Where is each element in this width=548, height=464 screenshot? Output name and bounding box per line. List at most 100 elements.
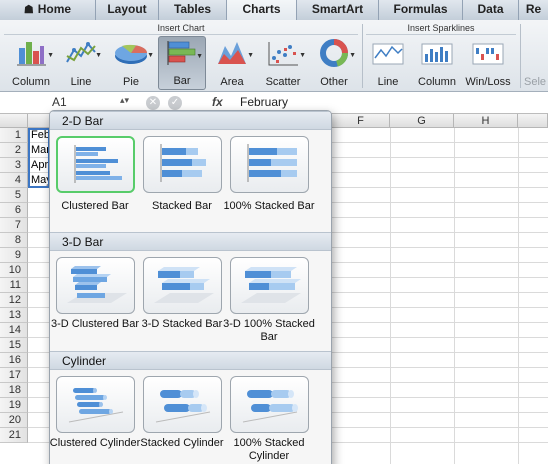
sparkline-column-button[interactable]: Column <box>414 36 460 90</box>
confirm-formula-icon[interactable]: ✓ <box>168 96 182 110</box>
clustered-bar-option[interactable] <box>56 136 135 193</box>
sparkline-column-icon <box>421 43 453 65</box>
3d-percent-stacked-bar-label: 3-D 100% Stacked Bar <box>223 318 315 343</box>
column-header-h[interactable]: H <box>454 114 518 128</box>
tab-review[interactable]: Re <box>519 0 548 20</box>
grid-column-line <box>518 128 519 464</box>
area-chart-label: Area <box>220 76 244 88</box>
tab-layout-label: Layout <box>107 2 147 16</box>
cancel-formula-icon[interactable]: ✕ <box>146 96 160 110</box>
area-chart-button[interactable]: ▼ Area <box>208 36 256 90</box>
clustered-cylinder-label: Clustered Cylinder <box>49 437 141 449</box>
row-header[interactable]: 16 <box>0 353 28 368</box>
percent-stacked-cylinder-label: 100% Stacked Cylinder <box>233 437 305 462</box>
chevron-down-icon: ▼ <box>299 52 306 59</box>
row-header[interactable]: 6 <box>0 203 28 218</box>
scatter-chart-button[interactable]: ▼ Scatter <box>258 36 308 90</box>
row-header[interactable]: 21 <box>0 428 28 443</box>
row-header[interactable]: 19 <box>0 398 28 413</box>
chevron-down-icon: ▼ <box>196 53 203 60</box>
section-header-2d-bar: 2-D Bar <box>50 111 331 130</box>
select-all-corner[interactable] <box>0 114 28 128</box>
sparkline-line-label: Line <box>377 76 399 88</box>
tab-data[interactable]: Data <box>463 0 519 20</box>
tab-review-label: Re <box>525 2 542 16</box>
row-header[interactable]: 8 <box>0 233 28 248</box>
tab-tables-label: Tables <box>173 2 212 16</box>
pie-chart-button[interactable]: ▼ Pie <box>106 36 156 90</box>
area-chart-icon <box>218 42 246 64</box>
name-box[interactable]: A1 <box>4 94 114 111</box>
row-header[interactable]: 18 <box>0 383 28 398</box>
row-header[interactable]: 10 <box>0 263 28 278</box>
3d-clustered-bar-option[interactable] <box>56 257 135 314</box>
cell-a3[interactable]: Apr <box>31 158 51 173</box>
column-header-i[interactable] <box>518 114 548 128</box>
3d-clustered-bar-label: 3-D Clustered Bar <box>50 318 140 330</box>
bar-chart-label: Bar <box>173 75 191 87</box>
column-chart-button[interactable]: ▼ Column <box>6 36 56 90</box>
sparkline-winloss-icon <box>472 43 504 65</box>
stacked-bar-icon <box>160 144 206 182</box>
row-header[interactable]: 7 <box>0 218 28 233</box>
percent-stacked-bar-option[interactable] <box>230 136 309 193</box>
cell-a2[interactable]: Mar <box>31 143 51 158</box>
bar-chart-button[interactable]: ▼ Bar <box>158 36 206 90</box>
name-box-stepper-icon[interactable]: ▴▾ <box>120 95 129 106</box>
group-divider <box>520 24 521 88</box>
other-chart-label: Other <box>320 76 348 88</box>
row-header[interactable]: 4 <box>0 173 28 188</box>
row-header[interactable]: 1 <box>0 128 28 143</box>
select-data-button[interactable]: Sele <box>524 36 548 90</box>
3d-stacked-bar-label: 3-D Stacked Bar <box>141 318 223 330</box>
bar-chart-gallery: 2-D Bar Clustered Bar Stacked Bar 100% S… <box>49 110 332 464</box>
percent-stacked-cylinder-icon <box>242 390 298 423</box>
column-chart-label: Column <box>12 76 50 88</box>
other-chart-button[interactable]: ▼ Other <box>310 36 358 90</box>
stacked-bar-label: Stacked Bar <box>152 200 212 212</box>
tab-tables[interactable]: Tables <box>159 0 227 20</box>
clustered-bar-icon <box>74 145 122 183</box>
row-header[interactable]: 5 <box>0 188 28 203</box>
row-header[interactable]: 17 <box>0 368 28 383</box>
grid-column-line <box>390 128 391 464</box>
column-header-g[interactable]: G <box>390 114 454 128</box>
row-header[interactable]: 12 <box>0 293 28 308</box>
tab-home[interactable]: ☗ Home <box>0 0 96 20</box>
3d-stacked-bar-option[interactable] <box>143 257 222 314</box>
group-divider <box>362 24 363 88</box>
formula-input[interactable]: February <box>240 95 288 109</box>
clustered-bar-label: Clustered Bar <box>61 200 129 212</box>
cell-a1[interactable]: Feb <box>31 128 51 143</box>
row-header[interactable]: 9 <box>0 248 28 263</box>
row-header[interactable]: 3 <box>0 158 28 173</box>
home-icon: ☗ <box>23 4 34 16</box>
row-header[interactable]: 15 <box>0 338 28 353</box>
row-header[interactable]: 11 <box>0 278 28 293</box>
line-chart-button[interactable]: ▼ Line <box>58 36 104 90</box>
tab-smartart[interactable]: SmartArt <box>297 0 379 20</box>
row-header[interactable]: 2 <box>0 143 28 158</box>
stacked-cylinder-option[interactable] <box>143 376 222 433</box>
clustered-cylinder-option[interactable] <box>56 376 135 433</box>
tab-layout[interactable]: Layout <box>96 0 159 20</box>
tab-formulas[interactable]: Formulas <box>379 0 463 20</box>
sparkline-line-icon <box>372 43 404 65</box>
row-header[interactable]: 14 <box>0 323 28 338</box>
other-chart-icon <box>320 39 349 67</box>
tab-data-label: Data <box>477 2 504 16</box>
cell-a4[interactable]: May <box>31 173 51 188</box>
stacked-cylinder-label: Stacked Cylinder <box>140 437 224 449</box>
row-header[interactable]: 13 <box>0 308 28 323</box>
3d-percent-stacked-bar-option[interactable] <box>230 257 309 314</box>
column-header-f[interactable]: F <box>332 114 390 128</box>
chevron-down-icon: ▼ <box>349 52 356 59</box>
row-header[interactable]: 20 <box>0 413 28 428</box>
line-chart-label: Line <box>70 76 92 88</box>
sparkline-winloss-button[interactable]: Win/Loss <box>462 36 514 90</box>
tab-charts[interactable]: Charts <box>227 0 297 21</box>
stacked-bar-option[interactable] <box>143 136 222 193</box>
percent-stacked-cylinder-option[interactable] <box>230 376 309 433</box>
fx-icon[interactable]: fx <box>212 95 223 109</box>
sparkline-line-button[interactable]: Line <box>366 36 410 90</box>
